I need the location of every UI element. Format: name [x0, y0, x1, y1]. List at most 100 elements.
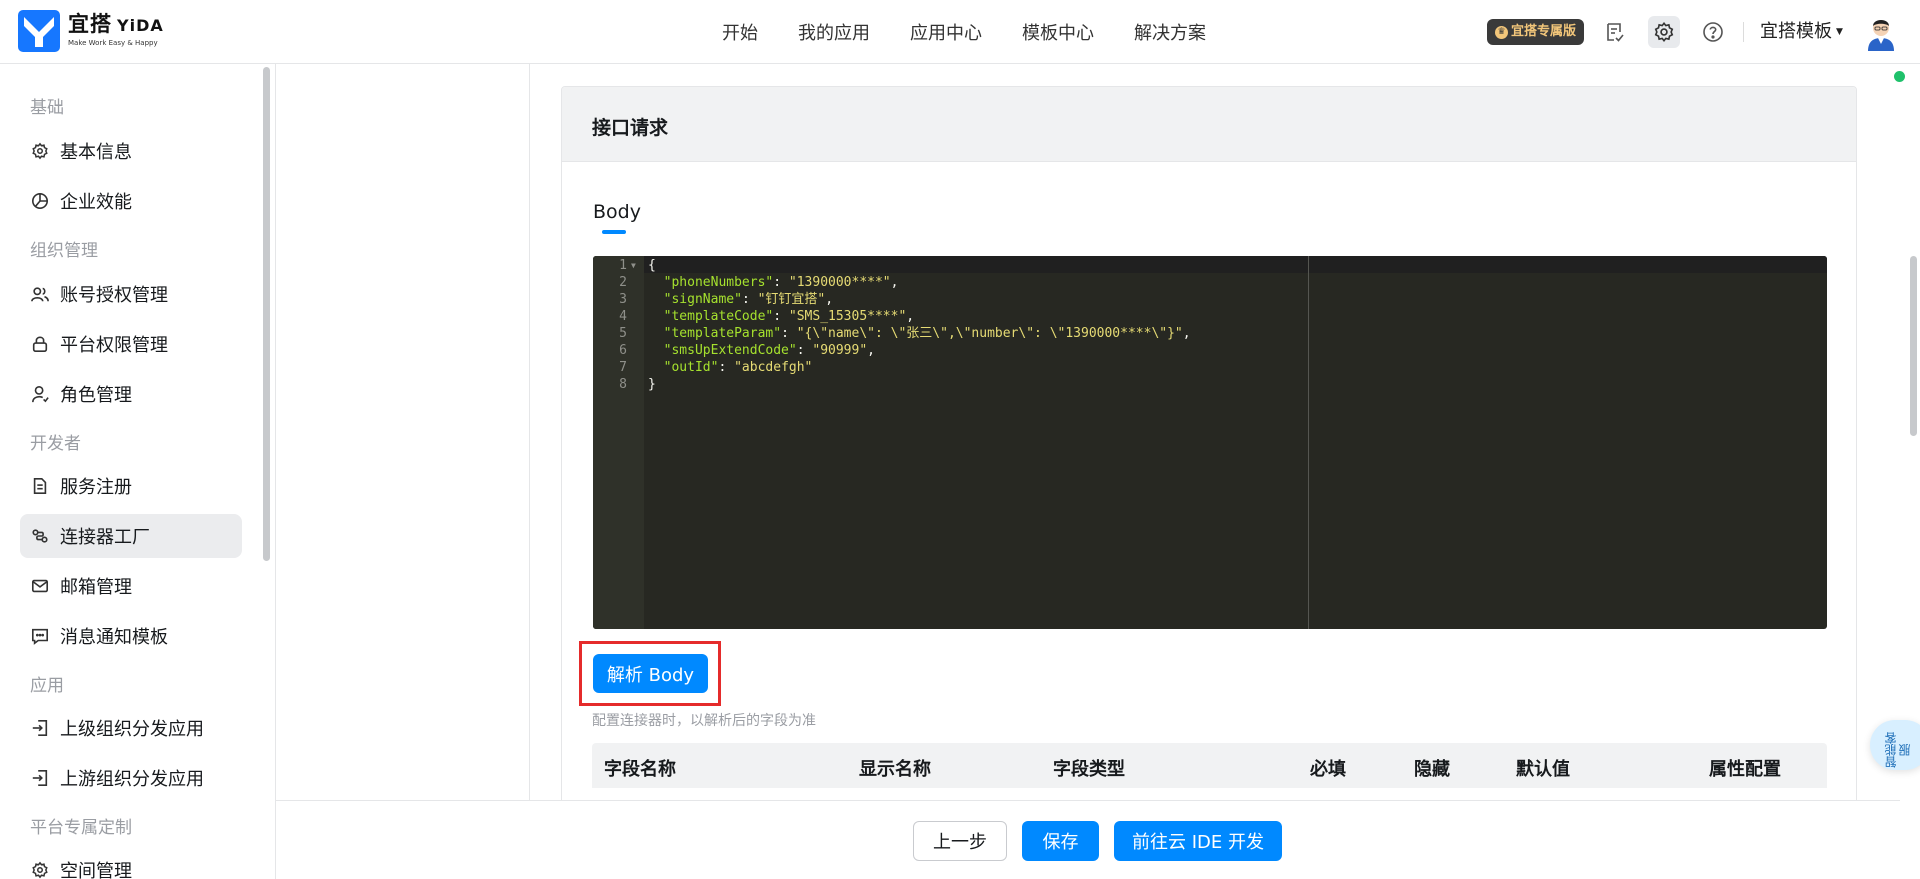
logo-cn: 宜搭: [68, 12, 112, 36]
sidebar-item-label: 服务注册: [60, 477, 132, 498]
gear-icon: [30, 141, 50, 161]
editor-gutter: 1 ▼ 2 3 4 5 6 7 8: [593, 256, 644, 629]
logo-tagline: Make Work Easy & Happy: [68, 39, 158, 47]
sidebar-item-parent-org-apps[interactable]: 上级组织分发应用: [20, 706, 242, 750]
sidebar-item-label: 邮箱管理: [60, 577, 132, 598]
caret-down-icon: ▼: [1836, 27, 1843, 37]
message-icon: [30, 626, 50, 646]
nav-app-center[interactable]: 应用中心: [910, 19, 982, 45]
sidebar-item-label: 基本信息: [60, 142, 132, 163]
gear-icon: [30, 860, 50, 879]
sidebar-item-space[interactable]: 空间管理: [20, 848, 242, 879]
sidebar-item-account-auth[interactable]: 账号授权管理: [20, 272, 242, 316]
code-line: "templateParam": "{\"name\": \"张三\",\"nu…: [663, 326, 1191, 341]
sidebar-item-label: 空间管理: [60, 861, 132, 879]
pie-chart-icon: [30, 191, 50, 211]
sidebar-section-apps: 应用: [30, 676, 64, 696]
help-icon: [1703, 22, 1723, 42]
todo-button[interactable]: [1599, 16, 1631, 48]
main-scrollbar[interactable]: [1910, 256, 1917, 436]
sidebar-item-mail[interactable]: 邮箱管理: [20, 564, 242, 608]
open-cloud-ide-button[interactable]: 前往云 IDE 开发: [1114, 821, 1282, 861]
sidebar-scrollbar[interactable]: [263, 67, 270, 561]
line-number: 5: [619, 326, 627, 341]
nav-template-center[interactable]: 模板中心: [1022, 19, 1094, 45]
sidebar-item-label: 平台权限管理: [60, 335, 168, 356]
print-margin: [1308, 256, 1309, 629]
template-dropdown-label: 宜搭模板: [1760, 21, 1832, 42]
line-number: 8: [619, 377, 627, 392]
footer-bar: 上一步 保存 前往云 IDE 开发: [276, 800, 1900, 879]
main-content: 接口请求 Body 1 ▼ 2 3 4 5 6 7 8 { "phoneNumbers": "1…: [530, 64, 1900, 846]
nav-solutions[interactable]: 解决方案: [1134, 19, 1206, 45]
smart-service-label: 智能客服: [1884, 732, 1912, 769]
tab-active-indicator: [602, 230, 626, 234]
card-header: [562, 87, 1856, 162]
main-nav: 开始 我的应用 应用中心 模板中心 解决方案: [722, 0, 1246, 64]
checklist-icon: [1607, 23, 1624, 42]
user-role-icon: [30, 384, 50, 404]
logo-en: YiDA: [117, 16, 164, 35]
sidebar-item-service-registry[interactable]: 服务注册: [20, 464, 242, 508]
top-bar: 宜搭 YiDA Make Work Easy & Happy 开始 我的应用 应用…: [0, 0, 1920, 64]
help-button[interactable]: [1697, 16, 1729, 48]
sidebar-item-label: 企业效能: [60, 192, 132, 213]
lock-icon: [30, 334, 50, 354]
users-icon: [30, 284, 50, 304]
card-title: 接口请求: [592, 117, 669, 139]
code-line: "phoneNumbers": "1390000****",: [663, 275, 899, 290]
sidebar-item-upstream-org-apps[interactable]: 上游组织分发应用: [20, 756, 242, 800]
mail-icon: [30, 576, 50, 596]
sidebar-item-message-template[interactable]: 消息通知模板: [20, 614, 242, 658]
user-avatar[interactable]: [1862, 13, 1900, 51]
sidebar-item-efficiency[interactable]: 企业效能: [20, 179, 242, 223]
save-button[interactable]: 保存: [1022, 821, 1099, 861]
line-number: 4: [619, 309, 627, 324]
active-line-highlight: [644, 256, 1827, 273]
sidebar-section-developer: 开发者: [30, 434, 81, 454]
import-icon: [30, 718, 50, 738]
line-number: 3: [619, 292, 627, 307]
pro-edition-badge[interactable]: ♛ 宜搭专属版: [1487, 19, 1584, 45]
prev-step-button[interactable]: 上一步: [913, 821, 1007, 861]
code-line: "outId": "abcdefgh": [663, 360, 813, 375]
sidebar: 基础 基本信息 企业效能 组织管理 账号授权管理 平台权限管理 角色管理 开发者…: [0, 64, 276, 879]
nav-my-apps[interactable]: 我的应用: [798, 19, 870, 45]
parse-hint: 配置连接器时，以解析后的字段为准: [592, 713, 816, 729]
parse-body-button[interactable]: 解析 Body: [593, 654, 708, 693]
nav-start[interactable]: 开始: [722, 19, 758, 45]
document-icon: [30, 476, 50, 496]
sidebar-section-basic: 基础: [30, 98, 64, 118]
line-number: 6: [619, 343, 627, 358]
smart-service-button[interactable]: 智能客服: [1870, 720, 1920, 770]
th-required: 必填: [1310, 759, 1346, 780]
sidebar-item-platform-permission[interactable]: 平台权限管理: [20, 322, 242, 366]
th-field-type: 字段类型: [1053, 759, 1125, 780]
th-property-config: 属性配置: [1709, 759, 1781, 780]
code-line: {: [648, 258, 656, 273]
line-number: 2: [619, 275, 627, 290]
sidebar-item-label: 上游组织分发应用: [60, 769, 204, 790]
settings-button[interactable]: [1648, 16, 1680, 48]
sidebar-item-connector-factory[interactable]: 连接器工厂: [20, 514, 242, 558]
field-table-header: 字段名称 显示名称 字段类型 必填 隐藏 默认值 属性配置: [592, 743, 1827, 788]
request-card: 接口请求 Body 1 ▼ 2 3 4 5 6 7 8 { "phoneNumbers": "1…: [561, 86, 1857, 846]
connector-icon: [30, 526, 50, 546]
sidebar-item-role[interactable]: 角色管理: [20, 372, 242, 416]
fold-arrow-icon[interactable]: ▼: [631, 257, 636, 274]
th-default-value: 默认值: [1516, 759, 1570, 780]
sidebar-item-label: 账号授权管理: [60, 285, 168, 306]
code-line: "signName": "钉钉宜搭",: [663, 292, 834, 307]
sidebar-item-label: 连接器工厂: [60, 527, 150, 548]
th-hidden: 隐藏: [1414, 759, 1450, 780]
th-field-name: 字段名称: [604, 759, 676, 780]
sidebar-section-custom: 平台专属定制: [30, 818, 132, 838]
template-dropdown[interactable]: 宜搭模板 ▼: [1760, 20, 1843, 44]
line-number: 7: [619, 360, 627, 375]
tab-body[interactable]: Body: [593, 201, 641, 223]
yida-logo-icon[interactable]: [18, 10, 60, 52]
sidebar-item-basic-info[interactable]: 基本信息: [20, 129, 242, 173]
code-line: "smsUpExtendCode": "90999",: [663, 343, 875, 358]
code-editor[interactable]: 1 ▼ 2 3 4 5 6 7 8 { "phoneNumbers": "1390000****…: [593, 256, 1827, 629]
code-line: "templateCode": "SMS_15305****",: [663, 309, 915, 324]
